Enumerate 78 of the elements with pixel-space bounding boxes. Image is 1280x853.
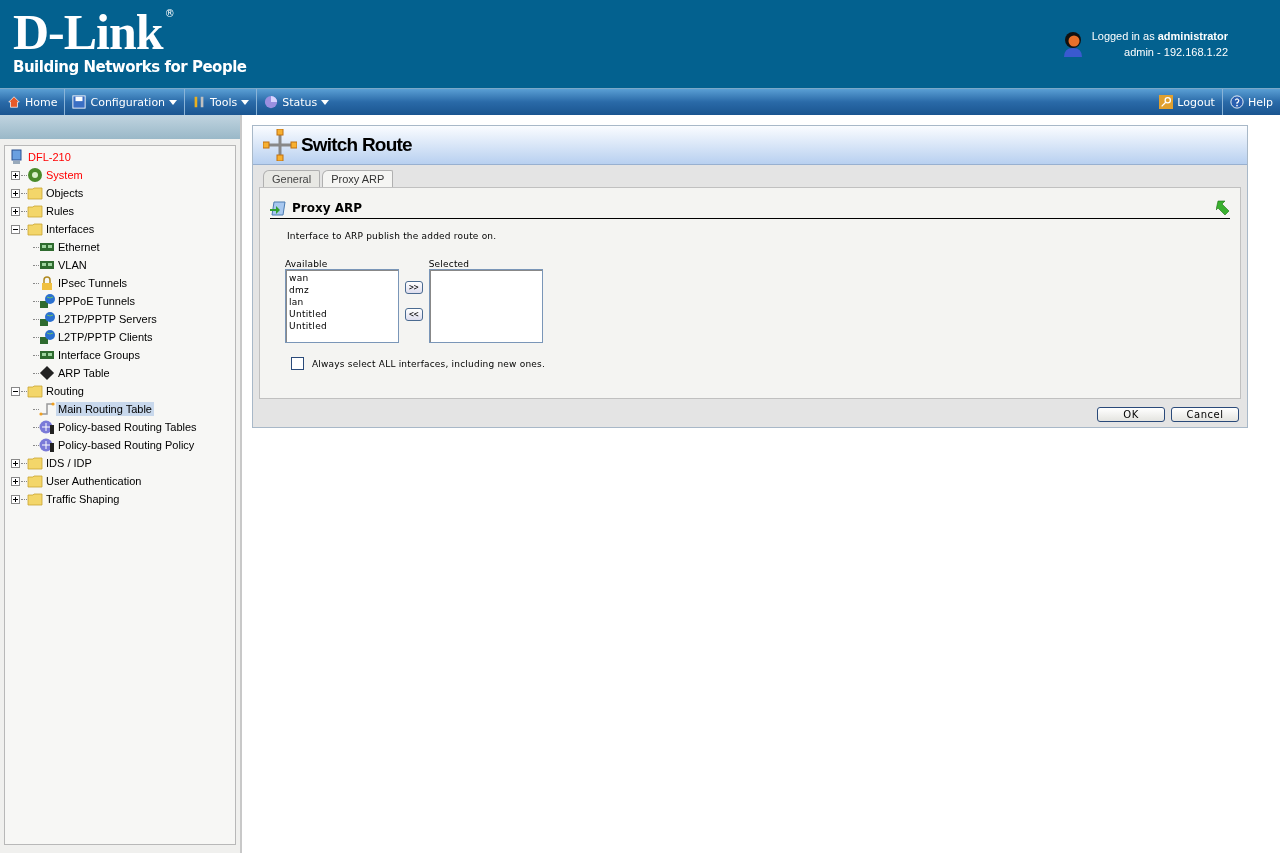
- list-label: Selected: [428, 259, 471, 269]
- nav-menu-item[interactable]: Help: [1222, 89, 1280, 115]
- pie-icon: [264, 95, 279, 109]
- help-icon: [1229, 95, 1244, 109]
- nav-menu-item[interactable]: Status: [257, 89, 337, 115]
- tree-item[interactable]: Ethernet: [56, 240, 102, 254]
- tree-item[interactable]: PPPoE Tunnels: [56, 294, 138, 308]
- tree-item[interactable]: Rules: [44, 204, 77, 218]
- tree-item[interactable]: Interface Groups: [56, 348, 142, 362]
- tree-root[interactable]: DFL-210: [26, 150, 73, 164]
- caret-icon: [321, 99, 330, 105]
- folder-icon: [27, 491, 43, 507]
- padlock-icon: [39, 275, 55, 291]
- router-icon: [39, 419, 55, 435]
- tree-item[interactable]: Policy-based Routing Tables: [56, 420, 199, 434]
- folder-icon: [27, 203, 43, 219]
- nav-menu-item[interactable]: Logout: [1152, 89, 1223, 115]
- caret-icon: [169, 99, 178, 105]
- login-status: Logged in as administrator: [1091, 30, 1228, 42]
- dialog-button[interactable]: Cancel: [1171, 407, 1239, 422]
- login-detail: admin - 192.168.1.22: [1124, 46, 1228, 58]
- expand-icon[interactable]: [11, 494, 20, 504]
- tree-item[interactable]: IDS / IDP: [44, 456, 94, 470]
- gear-icon: [27, 167, 43, 183]
- folder-icon: [27, 455, 43, 471]
- tree-item[interactable]: Objects: [44, 186, 86, 200]
- panel-title: Switch Route: [301, 134, 412, 156]
- tree-item[interactable]: VLAN: [56, 258, 89, 272]
- globe-icon: [39, 329, 55, 345]
- dialog-button[interactable]: OK: [1097, 407, 1165, 422]
- expand-icon[interactable]: [11, 170, 20, 180]
- tree-item[interactable]: Traffic Shaping: [44, 492, 122, 506]
- checkbox-label: Always select ALL interfaces, including new ones.: [312, 358, 546, 369]
- selected-list[interactable]: [428, 269, 543, 343]
- tree-item[interactable]: ARP Table: [56, 366, 112, 380]
- collapse-icon[interactable]: [11, 386, 20, 396]
- registered-mark: ®: [164, 8, 175, 19]
- brand-logo: D-Link: [13, 8, 163, 56]
- folder-icon: [27, 473, 43, 489]
- switch-route-icon: [263, 129, 297, 161]
- house-icon: [7, 95, 21, 109]
- router-icon: [39, 437, 55, 453]
- description-text: Interface to ARP publish the added route on.: [287, 231, 498, 241]
- collapse-icon[interactable]: [11, 224, 20, 234]
- key-icon: [1159, 95, 1174, 109]
- list-label: Available: [285, 259, 329, 269]
- tree-item[interactable]: System: [44, 168, 85, 182]
- globe-icon: [39, 311, 55, 327]
- tab[interactable]: Proxy ARP: [322, 170, 394, 187]
- tree-item[interactable]: IPsec Tunnels: [56, 276, 130, 290]
- available-list[interactable]: wan dmz lan Untitled Untitled: [285, 269, 399, 343]
- folder-icon: [27, 383, 43, 399]
- remove-button[interactable]: <<: [405, 308, 423, 321]
- expand-icon[interactable]: [11, 458, 20, 468]
- expand-icon[interactable]: [11, 476, 20, 486]
- tree-item[interactable]: Interfaces: [44, 222, 97, 236]
- tab[interactable]: General: [263, 170, 321, 187]
- globe-icon: [39, 293, 55, 309]
- brand-tagline: Building Networks for People: [13, 58, 247, 76]
- tree-item[interactable]: L2TP/PPTP Clients: [56, 330, 155, 344]
- computer-icon: [9, 149, 25, 165]
- tree-item[interactable]: Main Routing Table: [56, 402, 154, 416]
- user-icon: [1061, 30, 1084, 58]
- section-title: Proxy ARP: [292, 201, 363, 215]
- folder-icon: [27, 185, 43, 201]
- caret-icon: [241, 99, 250, 105]
- page-arrow-icon: [270, 200, 286, 216]
- expand-icon[interactable]: [11, 206, 20, 216]
- add-button[interactable]: >>: [405, 281, 423, 294]
- expand-icon[interactable]: [11, 188, 20, 198]
- route-icon: [39, 401, 55, 417]
- tree-item[interactable]: Routing: [44, 384, 86, 398]
- back-arrow-icon[interactable]: [1216, 200, 1230, 216]
- checkbox[interactable]: [291, 357, 304, 370]
- tree-item[interactable]: L2TP/PPTP Servers: [56, 312, 159, 326]
- tree-item[interactable]: Policy-based Routing Policy: [56, 438, 197, 452]
- folder-icon: [27, 221, 43, 237]
- tree-item[interactable]: User Authentication: [44, 474, 144, 488]
